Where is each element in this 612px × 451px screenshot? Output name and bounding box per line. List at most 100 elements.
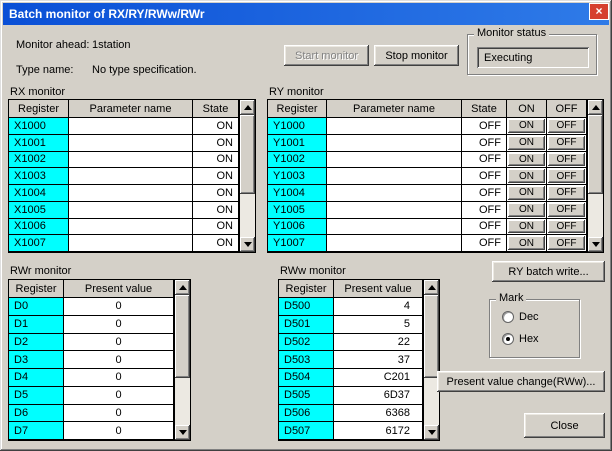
table-row: Y1006OFFONOFF	[268, 219, 587, 236]
ry-off-button[interactable]: OFF	[548, 169, 585, 183]
present-value-change-button[interactable]: Present value change(RWw)...	[437, 371, 605, 392]
monitor-ahead-label: Monitor ahead:	[16, 39, 89, 51]
ry-on-button[interactable]: ON	[508, 220, 545, 234]
table-row: D10	[9, 316, 174, 334]
present-value-cell: 0	[64, 351, 174, 369]
on-button-cell: ON	[507, 152, 547, 169]
scroll-down-button[interactable]	[424, 425, 439, 440]
scroll-down-button[interactable]	[240, 237, 255, 252]
scroll-up-icon	[179, 285, 187, 290]
column-header: State	[193, 100, 239, 118]
column-header: ON	[507, 100, 547, 118]
ry-on-button[interactable]: ON	[508, 203, 545, 217]
close-button[interactable]: ×	[589, 3, 609, 20]
column-header: Parameter name	[327, 100, 462, 118]
scroll-down-icon	[592, 242, 600, 247]
ry-off-button[interactable]: OFF	[548, 220, 585, 234]
register-cell: D501	[279, 316, 334, 334]
stop-monitor-button[interactable]: Stop monitor	[374, 45, 459, 66]
parameter-name-cell	[327, 185, 462, 202]
monitor-status-field: Executing	[477, 47, 589, 68]
register-cell: X1005	[9, 202, 69, 219]
state-cell: OFF	[462, 168, 507, 185]
table-row: D40	[9, 369, 174, 387]
scrollbar-thumb[interactable]	[588, 115, 603, 194]
title-bar[interactable]: Batch monitor of RX/RY/RWw/RWr	[3, 3, 609, 25]
register-cell: D2	[9, 334, 64, 352]
ry-on-button[interactable]: ON	[508, 119, 545, 133]
batch-monitor-dialog: Batch monitor of RX/RY/RWw/RWr × Monitor…	[0, 0, 612, 451]
parameter-name-cell	[69, 118, 193, 135]
ry-off-button[interactable]: OFF	[548, 236, 585, 250]
table-row: X1003ON	[9, 168, 239, 185]
ry-off-button[interactable]: OFF	[548, 153, 585, 167]
table-row: D5076172	[279, 422, 423, 440]
present-value-cell: 6D37	[334, 387, 423, 405]
close-dialog-button[interactable]: Close	[524, 413, 605, 438]
ry-off-button[interactable]: OFF	[548, 186, 585, 200]
mark-dec-radio[interactable]: Dec	[502, 311, 539, 323]
scrollbar-thumb[interactable]	[424, 295, 439, 378]
scroll-up-button[interactable]	[424, 280, 439, 295]
state-cell: OFF	[462, 118, 507, 135]
on-button-cell: ON	[507, 135, 547, 152]
mark-group: Mark Dec Hex	[489, 299, 580, 358]
vertical-scrollbar[interactable]	[587, 100, 603, 252]
table-row: D30	[9, 351, 174, 369]
ry-on-button[interactable]: ON	[508, 186, 545, 200]
scroll-up-button[interactable]	[240, 100, 255, 115]
ry-batch-write-button[interactable]: RY batch write...	[492, 261, 605, 282]
column-header: OFF	[547, 100, 587, 118]
present-value-cell: 22	[334, 334, 423, 352]
start-monitor-button[interactable]: Start monitor	[284, 45, 369, 66]
rwr-monitor-title: RWr monitor	[10, 265, 71, 277]
ry-on-button[interactable]: ON	[508, 153, 545, 167]
register-cell: Y1006	[268, 219, 327, 236]
ry-on-button[interactable]: ON	[508, 236, 545, 250]
on-button-cell: ON	[507, 185, 547, 202]
table-row: D60	[9, 405, 174, 423]
register-cell: Y1001	[268, 135, 327, 152]
ry-off-button[interactable]: OFF	[548, 203, 585, 217]
table-row: X1004ON	[9, 185, 239, 202]
scroll-down-icon	[428, 430, 436, 435]
table-header-row: RegisterPresent value	[279, 280, 423, 298]
vertical-scrollbar[interactable]	[423, 280, 439, 440]
register-cell: D503	[279, 351, 334, 369]
table-row: X1005ON	[9, 202, 239, 219]
register-cell: Y1000	[268, 118, 327, 135]
ry-off-button[interactable]: OFF	[548, 119, 585, 133]
rx-monitor-table: RegisterParameter nameStateX1000ONX1001O…	[8, 99, 256, 253]
state-cell: ON	[193, 185, 239, 202]
register-cell: Y1005	[268, 202, 327, 219]
mark-hex-radio[interactable]: Hex	[502, 333, 539, 345]
register-cell: X1003	[9, 168, 69, 185]
parameter-name-cell	[69, 168, 193, 185]
scroll-down-button[interactable]	[175, 425, 190, 440]
state-cell: OFF	[462, 235, 507, 252]
register-cell: Y1002	[268, 152, 327, 169]
ry-on-button[interactable]: ON	[508, 169, 545, 183]
type-name-value: No type specification.	[92, 64, 197, 76]
table-header-row: RegisterParameter nameStateONOFF	[268, 100, 587, 118]
rx-monitor-title: RX monitor	[10, 86, 65, 98]
scrollbar-thumb[interactable]	[175, 295, 190, 378]
parameter-name-cell	[69, 135, 193, 152]
vertical-scrollbar[interactable]	[174, 280, 190, 440]
scrollbar-thumb[interactable]	[240, 115, 255, 194]
vertical-scrollbar[interactable]	[239, 100, 255, 252]
register-cell: X1007	[9, 235, 69, 252]
on-button-cell: ON	[507, 168, 547, 185]
table-header-row: RegisterParameter nameState	[9, 100, 239, 118]
state-cell: OFF	[462, 135, 507, 152]
ry-on-button[interactable]: ON	[508, 136, 545, 150]
ry-off-button[interactable]: OFF	[548, 136, 585, 150]
parameter-name-cell	[69, 219, 193, 236]
table-row: Y1004OFFONOFF	[268, 185, 587, 202]
parameter-name-cell	[327, 118, 462, 135]
register-cell: D1	[9, 316, 64, 334]
scroll-down-button[interactable]	[588, 237, 603, 252]
scroll-up-button[interactable]	[175, 280, 190, 295]
scroll-up-button[interactable]	[588, 100, 603, 115]
parameter-name-cell	[327, 235, 462, 252]
